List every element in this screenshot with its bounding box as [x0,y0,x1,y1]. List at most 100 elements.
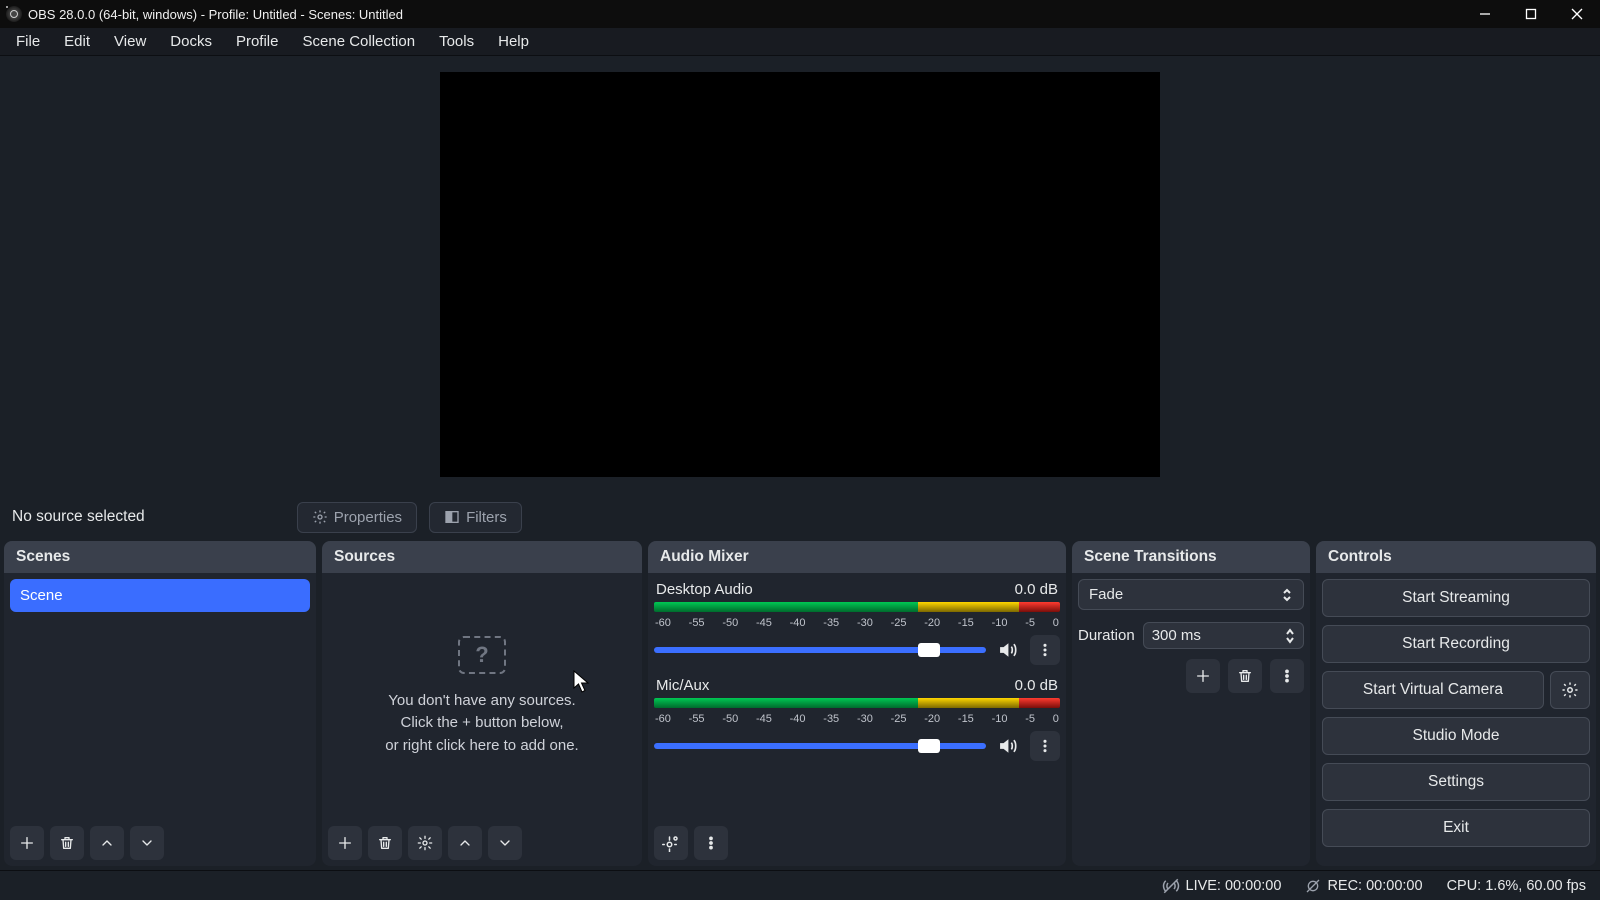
slider-knob[interactable] [918,643,940,657]
properties-label: Properties [334,509,402,526]
add-transition-button[interactable] [1186,659,1220,693]
add-source-button[interactable] [328,826,362,860]
filters-icon [444,509,460,525]
controls-title: Controls [1316,541,1596,573]
menu-docks[interactable]: Docks [158,29,224,54]
status-bar: LIVE: 00:00:00 REC: 00:00:00 CPU: 1.6%, … [0,870,1600,900]
channel-menu-button[interactable] [1030,635,1060,665]
delete-transition-button[interactable] [1228,659,1262,693]
transitions-title: Scene Transitions [1072,541,1310,573]
preview-area[interactable] [0,56,1600,493]
add-scene-button[interactable] [10,826,44,860]
cpu-text: CPU: 1.6%, 60.00 fps [1447,878,1586,894]
status-cpu: CPU: 1.6%, 60.00 fps [1447,878,1586,894]
scene-up-button[interactable] [90,826,124,860]
slider-knob[interactable] [918,739,940,753]
dots-vertical-icon [703,835,719,851]
source-down-button[interactable] [488,826,522,860]
broadcast-off-icon [1162,877,1180,895]
chevron-up-icon [457,835,473,851]
duration-label: Duration [1078,627,1135,644]
chevron-down-icon [139,835,155,851]
meter-ticks: -60-55-50-45-40-35-30-25-20-15-10-50 [654,713,1060,725]
channel-menu-button[interactable] [1030,731,1060,761]
menu-help[interactable]: Help [486,29,541,54]
properties-button[interactable]: Properties [297,502,417,533]
plus-icon [337,835,353,851]
sources-placeholder-icon: ? [458,636,506,674]
chevron-down-icon [1285,636,1295,644]
volume-slider[interactable] [654,647,986,653]
start-recording-button[interactable]: Start Recording [1322,625,1590,663]
filters-button[interactable]: Filters [429,502,522,533]
trash-icon [1237,668,1253,684]
menu-view[interactable]: View [102,29,158,54]
source-up-button[interactable] [448,826,482,860]
gear-icon [417,835,433,851]
sources-list[interactable]: ? You don't have any sources. Click the … [322,573,642,820]
speaker-icon [998,736,1018,756]
speaker-icon [998,640,1018,660]
close-button[interactable] [1554,0,1600,28]
transition-select[interactable]: Fade [1078,579,1304,610]
menu-scene-collection[interactable]: Scene Collection [291,29,428,54]
duration-value: 300 ms [1152,627,1201,644]
status-live: LIVE: 00:00:00 [1162,877,1282,895]
gear-settings-icon [662,834,680,852]
mixer-advanced-button[interactable] [654,826,688,860]
menu-tools[interactable]: Tools [427,29,486,54]
source-props-button[interactable] [408,826,442,860]
mixer-channel: Desktop Audio 0.0 dB -60-55-50-45-40-35-… [654,579,1060,665]
sources-empty-line1: You don't have any sources. [388,690,575,713]
scene-item[interactable]: Scene [10,579,310,612]
live-text: LIVE: 00:00:00 [1186,878,1282,894]
exit-button[interactable]: Exit [1322,809,1590,847]
chevron-down-icon [497,835,513,851]
studio-mode-button[interactable]: Studio Mode [1322,717,1590,755]
plus-icon [1195,668,1211,684]
chevron-up-icon [99,835,115,851]
sources-dock: Sources ? You don't have any sources. Cl… [322,541,642,866]
channel-name: Desktop Audio [656,581,753,598]
menu-bar: File Edit View Docks Profile Scene Colle… [0,28,1600,56]
preview-canvas[interactable] [440,72,1160,477]
channel-db: 0.0 dB [1015,581,1058,598]
source-selected-label: No source selected [12,508,145,526]
menu-profile[interactable]: Profile [224,29,291,54]
virtual-cam-settings-button[interactable] [1550,671,1590,709]
plus-icon [19,835,35,851]
context-bar: No source selected Properties Filters [0,493,1600,541]
filters-label: Filters [466,509,507,526]
meter-ticks: -60-55-50-45-40-35-30-25-20-15-10-50 [654,617,1060,629]
delete-source-button[interactable] [368,826,402,860]
transition-menu-button[interactable] [1270,659,1304,693]
start-streaming-button[interactable]: Start Streaming [1322,579,1590,617]
maximize-button[interactable] [1508,0,1554,28]
transitions-dock: Scene Transitions Fade Duration 300 ms [1072,541,1310,866]
chevron-up-icon [1285,628,1295,636]
minimize-button[interactable] [1462,0,1508,28]
menu-file[interactable]: File [4,29,52,54]
sources-empty-line2: Click the + button below, [400,712,563,735]
start-virtual-cam-button[interactable]: Start Virtual Camera [1322,671,1544,709]
mute-button[interactable] [996,734,1020,758]
dots-vertical-icon [1037,738,1053,754]
scene-down-button[interactable] [130,826,164,860]
mixer-channel: Mic/Aux 0.0 dB -60-55-50-45-40-35-30-25-… [654,675,1060,761]
settings-button[interactable]: Settings [1322,763,1590,801]
channel-db: 0.0 dB [1015,677,1058,694]
window-title: OBS 28.0.0 (64-bit, windows) - Profile: … [28,7,1462,22]
menu-edit[interactable]: Edit [52,29,102,54]
app-logo-icon [6,6,22,22]
sources-empty-line3: or right click here to add one. [385,735,578,758]
volume-slider[interactable] [654,743,986,749]
delete-scene-button[interactable] [50,826,84,860]
select-arrows-icon [1281,587,1293,603]
scenes-title: Scenes [4,541,316,573]
transition-selected: Fade [1089,586,1123,603]
duration-input[interactable]: 300 ms [1143,622,1304,649]
mute-button[interactable] [996,638,1020,662]
scenes-dock: Scenes Scene [4,541,316,866]
title-bar: OBS 28.0.0 (64-bit, windows) - Profile: … [0,0,1600,28]
mixer-menu-button[interactable] [694,826,728,860]
